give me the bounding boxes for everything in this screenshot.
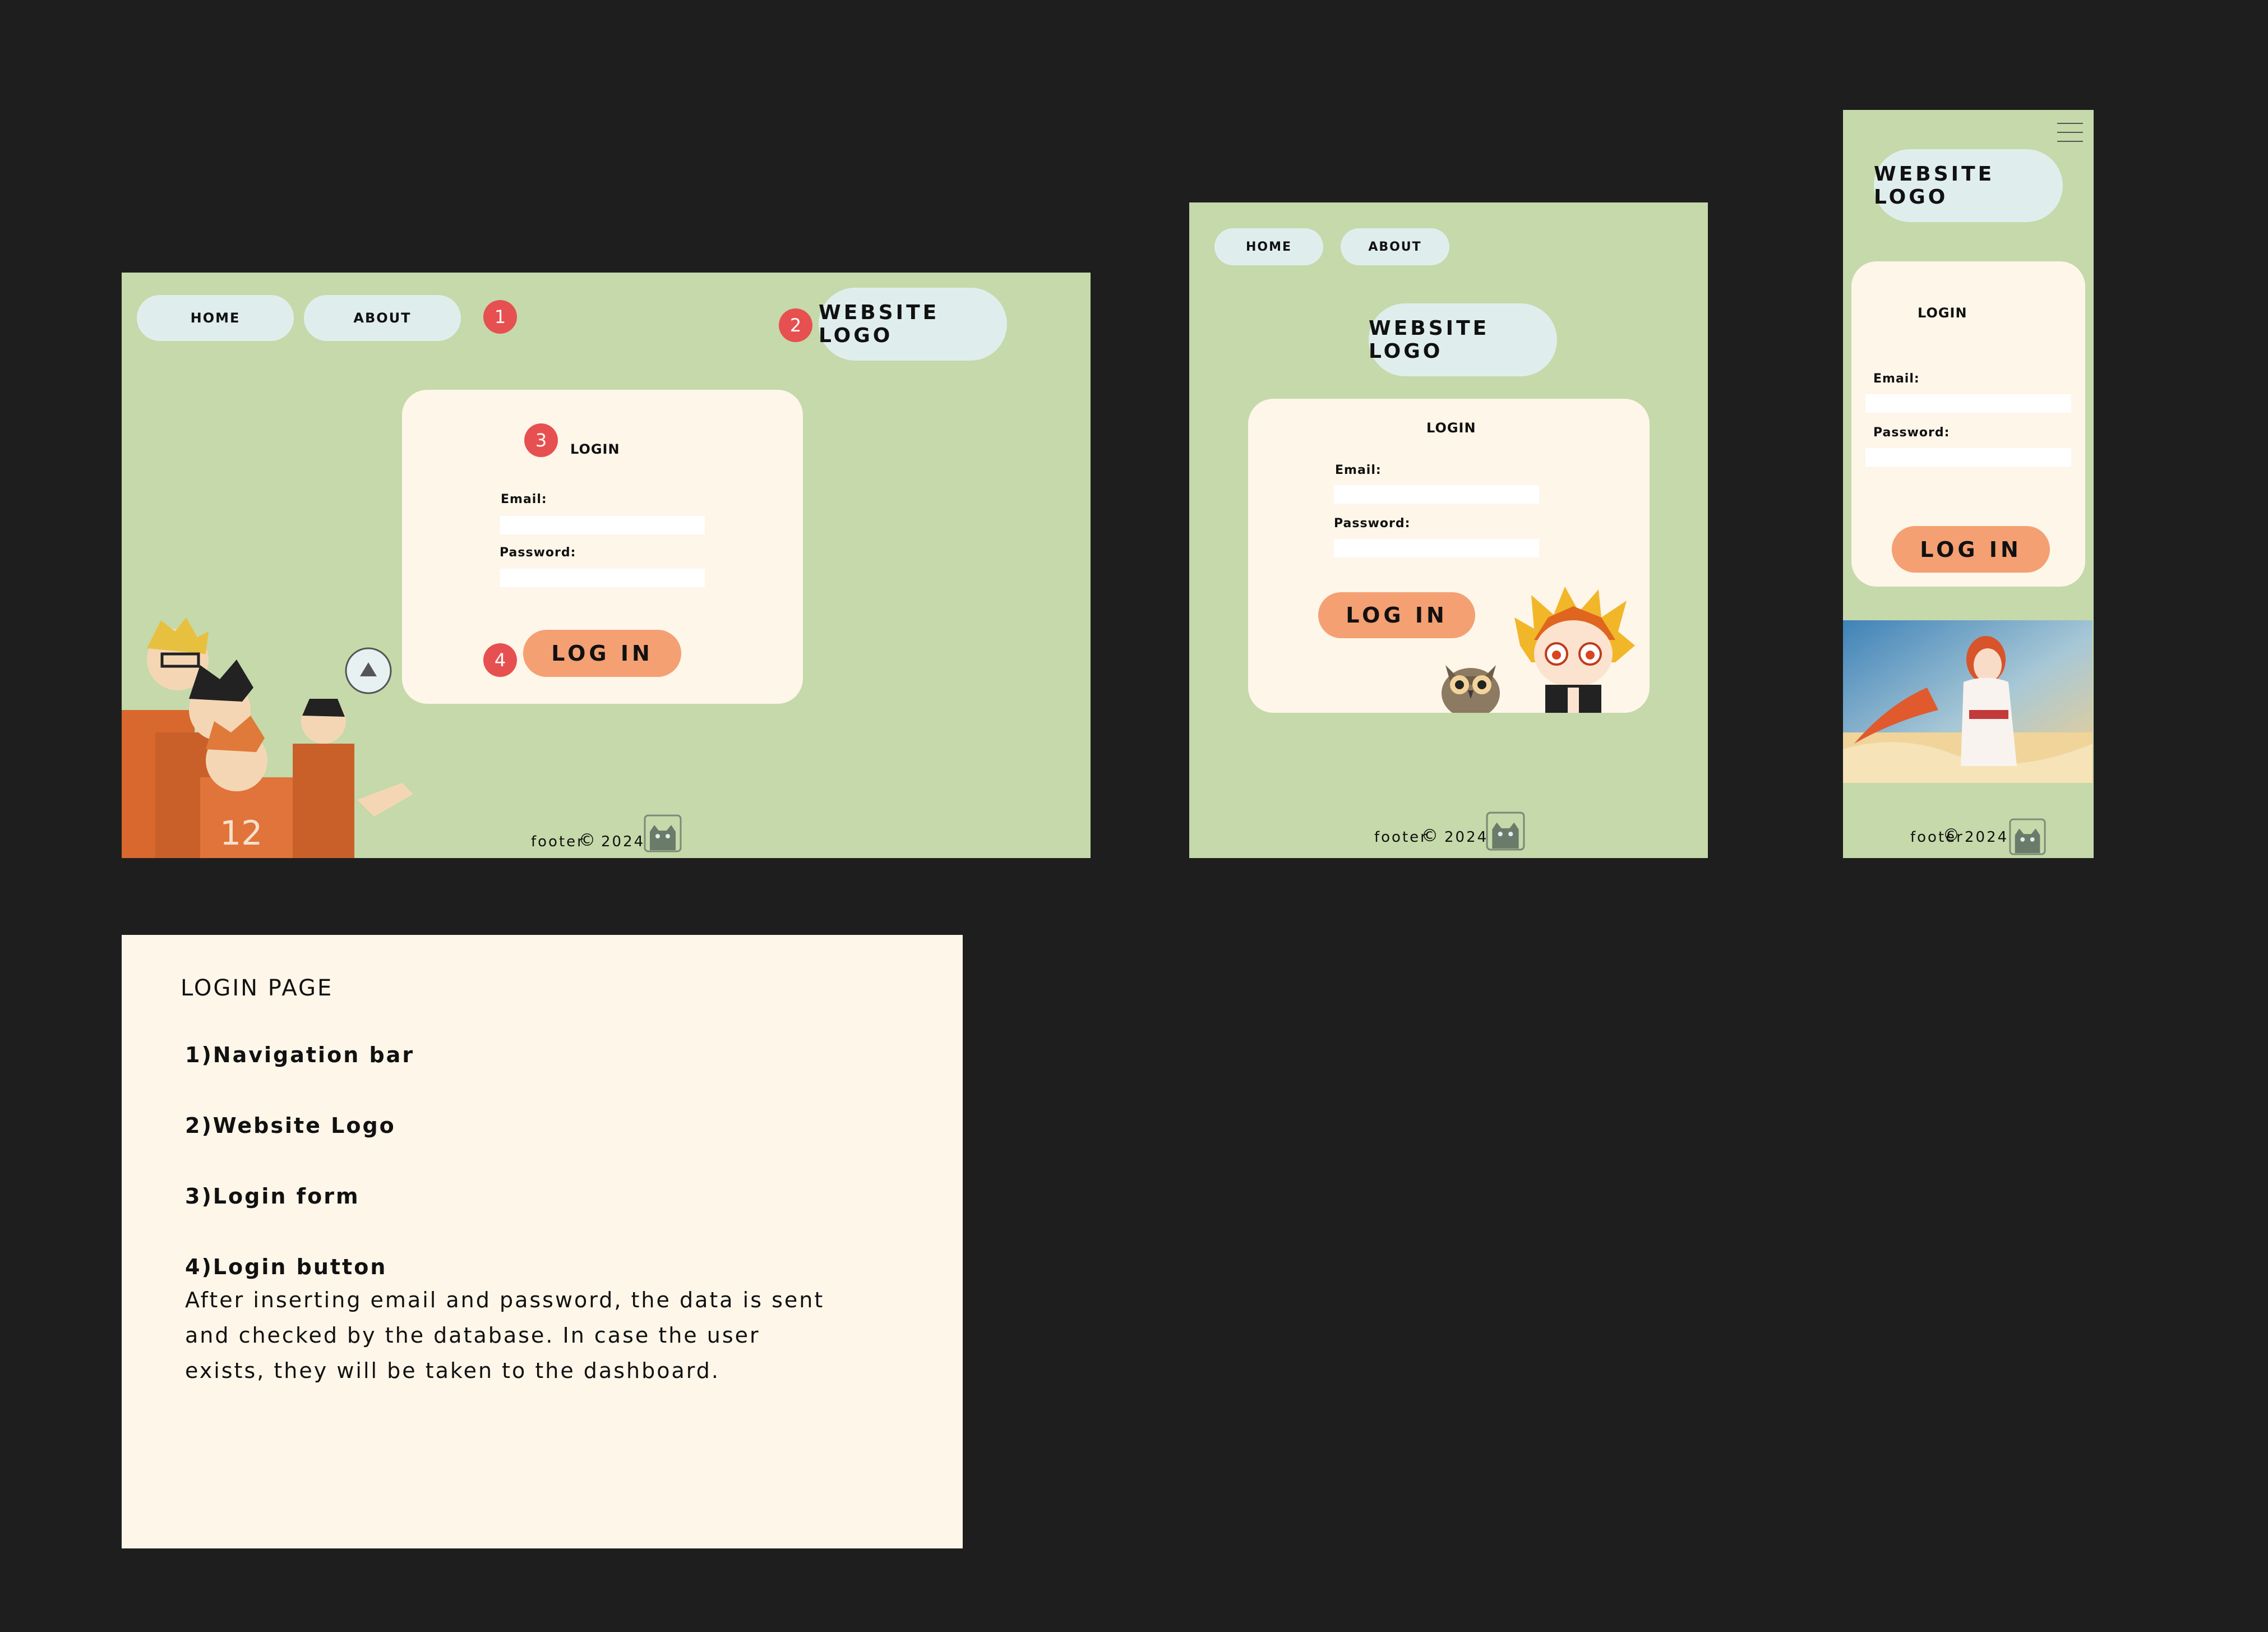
email-input[interactable] [1865, 394, 2071, 413]
footer-text: footer [531, 833, 585, 850]
anime-girl-sunset-illustration [1843, 620, 2093, 783]
copyright-icon: © [579, 831, 597, 850]
cat-mascot-icon [1486, 812, 1525, 851]
login-form-title: LOGIN [570, 441, 620, 457]
email-label: Email: [1335, 463, 1382, 477]
svg-text:12: 12 [220, 814, 262, 853]
website-logo[interactable]: WEBSITE LOGO [1369, 303, 1557, 376]
notes-item-website-logo: 2)Website Logo [185, 1113, 396, 1138]
anime-characters-illustration: 12 [122, 617, 413, 858]
cat-mascot-icon [2009, 818, 2046, 855]
email-input[interactable] [500, 516, 705, 534]
notes-item-navigation-bar: 1)Navigation bar [185, 1043, 415, 1067]
footer-year: 2024 [1444, 829, 1489, 846]
tablet-frame: HOME ABOUT WEBSITE LOGO LOGIN Email: Pas… [1189, 202, 1708, 858]
mobile-frame: WEBSITE LOGO LOGIN Email: Password: LOG … [1843, 110, 2094, 858]
notes-item-login-button: 4)Login button [185, 1255, 387, 1279]
notes-item-login-form: 3)Login form [185, 1184, 360, 1209]
annotation-badge-4: 4 [483, 643, 517, 677]
hamburger-menu-icon[interactable] [2056, 120, 2084, 145]
nav-about-link[interactable]: ABOUT [1341, 228, 1449, 265]
login-button[interactable]: LOG IN [1892, 526, 2050, 573]
annotation-badge-2: 2 [779, 308, 812, 342]
notes-heading: LOGIN PAGE [181, 975, 334, 1001]
nav-about-link[interactable]: ABOUT [304, 295, 461, 341]
desktop-frame: HOME ABOUT 1 2 WEBSITE LOGO 3 LOGIN Emai… [122, 273, 1091, 858]
footer-text: footer [1374, 829, 1428, 846]
nav-home-link[interactable]: HOME [1214, 228, 1323, 265]
copyright-icon: © [1421, 826, 1440, 846]
notes-login-button-description: After inserting email and password, the … [185, 1288, 825, 1383]
cat-mascot-icon [644, 814, 682, 852]
annotation-badge-1: 1 [483, 300, 517, 334]
password-label: Password: [1873, 426, 1950, 440]
owl-illustration [1442, 665, 1500, 713]
login-button[interactable]: LOG IN [1318, 592, 1475, 638]
password-input[interactable] [500, 569, 705, 587]
nav-home-link[interactable]: HOME [137, 295, 294, 341]
password-input[interactable] [1334, 539, 1539, 557]
email-input[interactable] [1334, 485, 1539, 504]
login-form-card: LOGIN Email: Password: LOG IN [1851, 261, 2085, 587]
footer-year: 2024 [601, 833, 645, 850]
website-logo[interactable]: WEBSITE LOGO [819, 288, 1007, 361]
login-form-card: LOGIN Email: Password: LOG IN [1248, 399, 1650, 713]
website-logo[interactable]: WEBSITE LOGO [1874, 149, 2063, 222]
copyright-icon: © [1943, 826, 1961, 845]
annotation-badge-3: 3 [524, 423, 558, 457]
password-label: Password: [500, 546, 576, 560]
password-input[interactable] [1865, 448, 2071, 467]
password-label: Password: [1334, 517, 1411, 531]
notes-panel: LOGIN PAGE 1)Navigation bar 2)Website Lo… [122, 935, 963, 1548]
login-form-title: LOGIN [1426, 420, 1476, 436]
login-form-card: 3 LOGIN Email: Password: 4 LOG IN [402, 390, 803, 704]
email-label: Email: [1873, 372, 1920, 386]
login-form-title: LOGIN [1918, 305, 1967, 321]
chibi-character-illustration [1514, 587, 1635, 713]
login-button[interactable]: LOG IN [523, 630, 681, 677]
footer-year: 2024 [1965, 829, 2009, 846]
email-label: Email: [501, 492, 547, 506]
